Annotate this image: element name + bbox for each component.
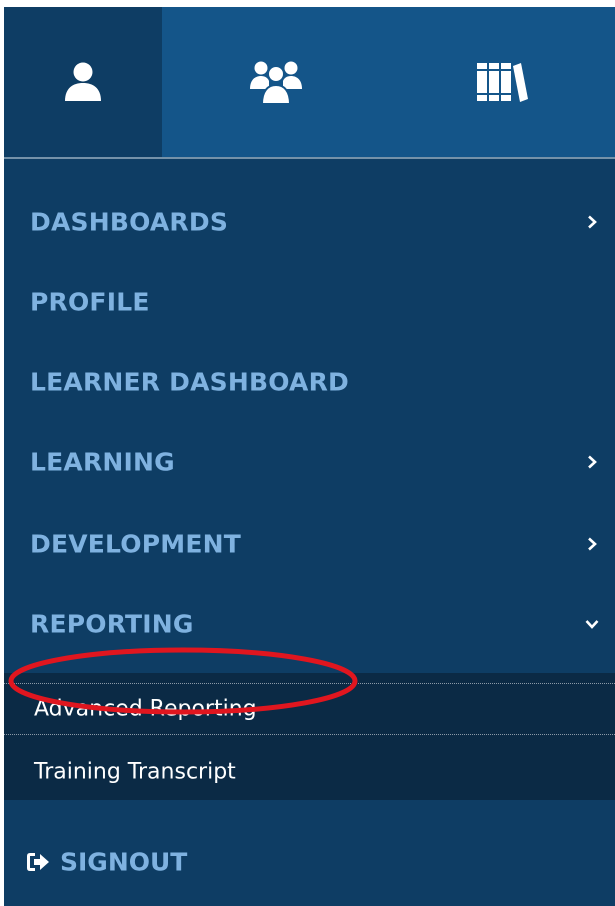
library-books-icon <box>477 63 528 102</box>
signout-button[interactable]: SIGNOUT <box>4 827 615 897</box>
submenu-item-label: Advanced Reporting <box>34 696 257 722</box>
menu-item-label: LEARNING <box>30 447 175 477</box>
submenu-item-advanced-reporting[interactable]: Advanced Reporting <box>4 683 615 735</box>
sidebar-panel: DASHBOARDS PROFILE LEARNER DASHBOARD LEA… <box>4 7 615 906</box>
tab-team[interactable] <box>162 7 389 157</box>
chevron-right-icon <box>588 215 597 229</box>
tab-profile[interactable] <box>4 7 162 157</box>
menu-item-development[interactable]: DEVELOPMENT <box>4 504 615 584</box>
menu-item-label: PROFILE <box>30 287 150 317</box>
signout-icon <box>27 853 49 871</box>
menu-item-label: LEARNER DASHBOARD <box>30 367 349 397</box>
chevron-right-icon <box>588 537 597 551</box>
users-group-icon <box>249 61 302 105</box>
menu-item-label: REPORTING <box>30 609 194 639</box>
submenu-item-training-transcript[interactable]: Training Transcript <box>4 747 615 797</box>
menu-item-profile[interactable]: PROFILE <box>4 262 615 342</box>
tabs-divider <box>4 157 615 159</box>
tab-library[interactable] <box>389 7 615 157</box>
user-icon <box>65 62 101 101</box>
reporting-submenu: Advanced Reporting Training Transcript <box>4 673 615 800</box>
submenu-item-label: Training Transcript <box>34 759 236 785</box>
menu-item-label: DEVELOPMENT <box>30 529 242 559</box>
menu-item-label: DASHBOARDS <box>30 207 229 237</box>
menu-item-reporting[interactable]: REPORTING <box>4 584 615 664</box>
menu-item-learner-dashboard[interactable]: LEARNER DASHBOARD <box>4 342 615 422</box>
menu-item-dashboards[interactable]: DASHBOARDS <box>4 182 615 262</box>
chevron-down-icon <box>585 620 599 629</box>
chevron-right-icon <box>588 455 597 469</box>
menu-item-learning[interactable]: LEARNING <box>4 422 615 502</box>
signout-label: SIGNOUT <box>60 847 188 877</box>
sidebar-tabs <box>4 7 615 157</box>
